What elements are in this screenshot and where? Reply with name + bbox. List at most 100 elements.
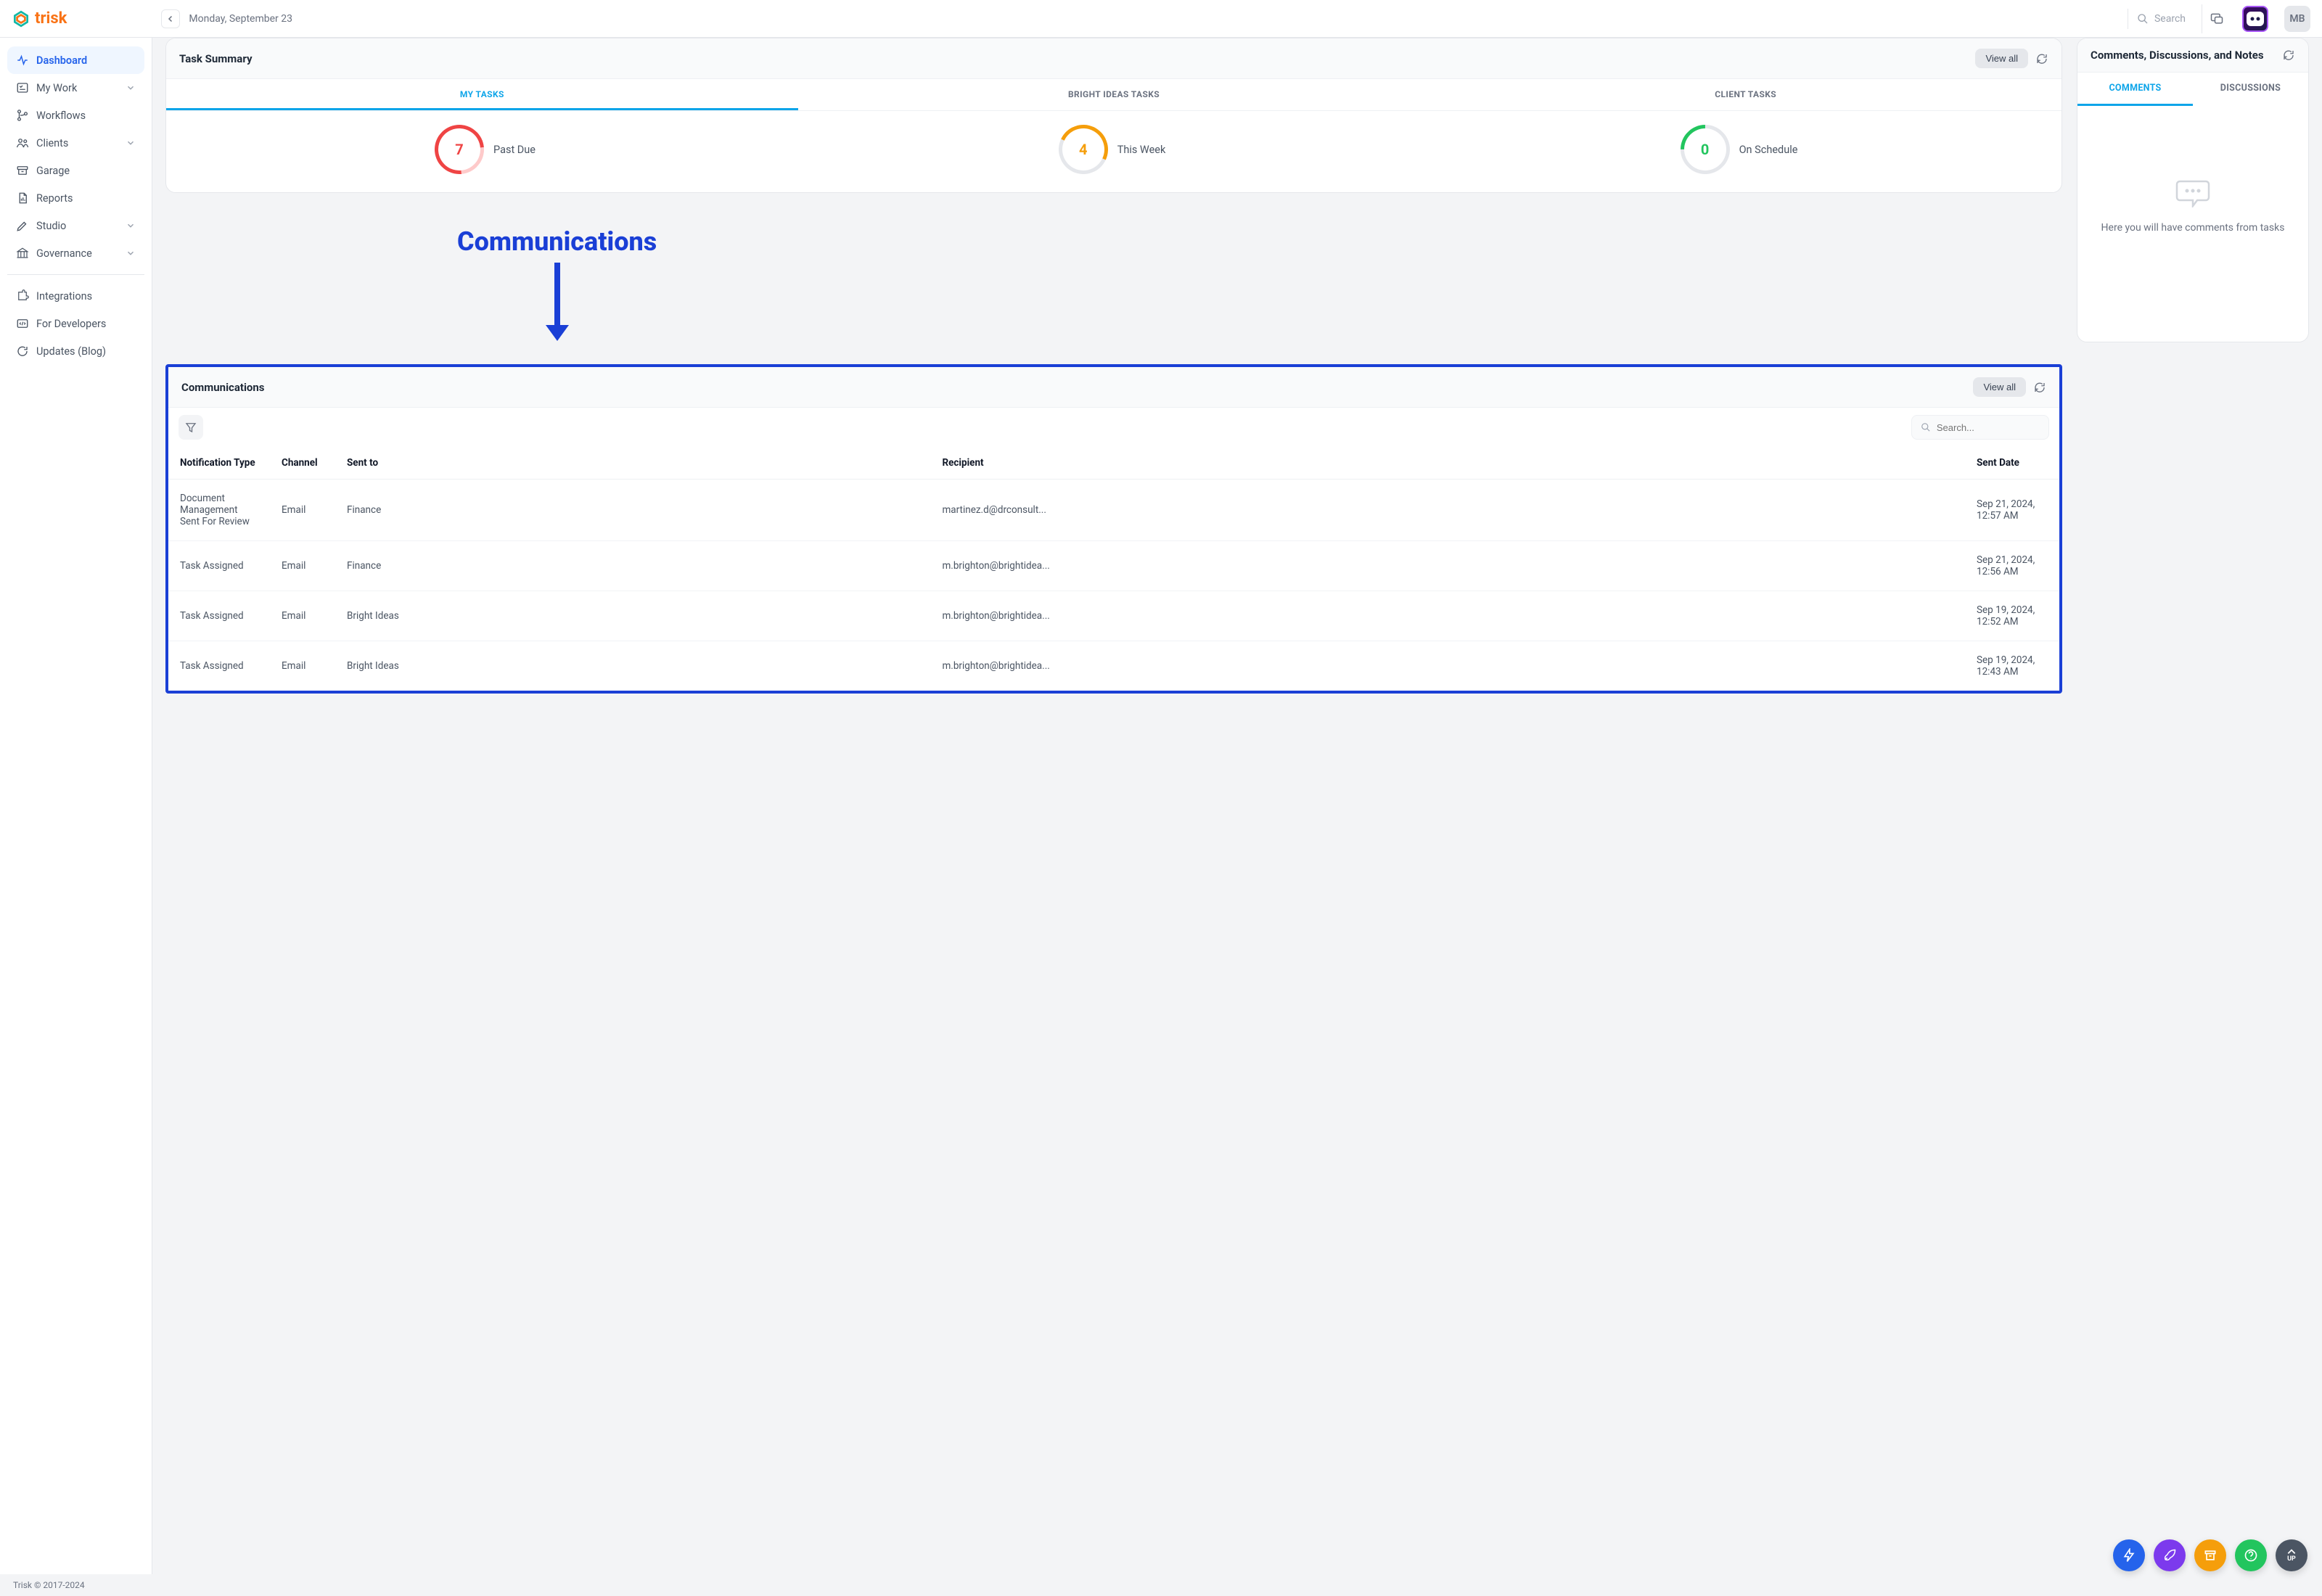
task-summary-title: Task Summary (179, 52, 253, 65)
chevron-down-icon (126, 83, 136, 93)
sidebar-item-label: Integrations (36, 290, 92, 303)
refresh-icon (16, 345, 29, 358)
stat-on-schedule[interactable]: 0 On Schedule (1427, 128, 2054, 170)
table-row[interactable]: Task AssignedEmailBright Ideasm.brighton… (168, 591, 2059, 641)
back-button[interactable] (161, 9, 180, 28)
sidebar-item-reports[interactable]: Reports (7, 184, 144, 212)
table-row[interactable]: Task AssignedEmailFinancem.brighton@brig… (168, 541, 2059, 591)
sidebar-item-label: Clients (36, 137, 68, 149)
sidebar-item-governance[interactable]: Governance (7, 239, 144, 267)
brand-logo[interactable]: trisk (12, 9, 67, 28)
bot-icon (2247, 12, 2264, 26)
task-tab-mytasks[interactable]: MY TASKS (166, 79, 798, 110)
branch-icon (16, 109, 29, 122)
cell-recipient: martinez.d@drconsult... (930, 480, 1965, 541)
rocket-icon (2162, 1548, 2177, 1563)
tab-comments[interactable]: COMMENTS (2077, 73, 2193, 106)
cell-date: Sep 19, 2024, 12:43 AM (1965, 641, 2059, 691)
chat-icon (2210, 12, 2224, 26)
cell-sent_to: Finance (335, 480, 930, 541)
table-row[interactable]: Task AssignedEmailBright Ideasm.brighton… (168, 641, 2059, 691)
sidebar-item-label: Governance (36, 247, 92, 260)
col-notification-type: Notification Type (168, 447, 270, 480)
puzzle-icon (16, 289, 29, 303)
brand-name: trisk (35, 9, 67, 28)
sidebar-item-mywork[interactable]: My Work (7, 74, 144, 102)
search-placeholder: Search (2154, 13, 2186, 25)
cell-recipient: m.brighton@brightidea... (930, 641, 1965, 691)
question-icon (2244, 1548, 2258, 1563)
sidebar-item-integrations[interactable]: Integrations (7, 282, 144, 310)
code-icon (16, 317, 29, 330)
communications-viewall-button[interactable]: View all (1973, 377, 2026, 397)
col-recipient: Recipient (930, 447, 1965, 480)
chevron-left-icon (166, 15, 175, 23)
archive-icon (16, 164, 29, 177)
fab-archive[interactable] (2194, 1539, 2226, 1571)
communications-search[interactable] (1911, 415, 2049, 440)
sidebar-item-label: Reports (36, 192, 73, 205)
fab-rocket[interactable] (2154, 1539, 2186, 1571)
chevron-up-icon (2286, 1548, 2297, 1555)
comments-empty-text: Here you will have comments from tasks (2092, 222, 2294, 234)
sidebar-item-label: Dashboard (36, 54, 87, 67)
cell-channel: Email (270, 480, 335, 541)
ai-assistant-button[interactable] (2242, 6, 2268, 32)
cell-date: Sep 19, 2024, 12:52 AM (1965, 591, 2059, 641)
sidebar-item-studio[interactable]: Studio (7, 212, 144, 239)
sidebar-item-garage[interactable]: Garage (7, 157, 144, 184)
task-tab-client[interactable]: CLIENT TASKS (1429, 79, 2062, 110)
communications-card: Communications View all (165, 364, 2062, 694)
lightning-icon (2122, 1548, 2136, 1563)
app-header: trisk Monday, September 23 Search MB (0, 0, 2322, 38)
edit-icon (16, 219, 29, 232)
cell-channel: Email (270, 641, 335, 691)
communications-table: Notification Type Channel Sent to Recipi… (168, 447, 2059, 691)
task-tab-brightideas[interactable]: BRIGHT IDEAS TASKS (798, 79, 1430, 110)
col-channel: Channel (270, 447, 335, 480)
chat-button[interactable] (2202, 4, 2231, 33)
refresh-icon[interactable] (2033, 381, 2046, 394)
refresh-icon[interactable] (2035, 52, 2048, 65)
sidebar-item-developers[interactable]: For Developers (7, 310, 144, 337)
archive-icon (2203, 1548, 2218, 1563)
communications-title: Communications (181, 381, 265, 394)
chevron-down-icon (126, 221, 136, 231)
sidebar-item-label: Garage (36, 165, 70, 177)
fab-scroll-up[interactable]: UP (2276, 1539, 2307, 1571)
comments-panel: Comments, Discussions, and Notes COMMENT… (2077, 38, 2309, 342)
cell-channel: Email (270, 541, 335, 591)
user-avatar[interactable]: MB (2284, 6, 2310, 32)
speech-bubble-icon (2175, 178, 2210, 207)
stat-label: This Week (1117, 144, 1166, 156)
filter-button[interactable] (179, 415, 203, 440)
tab-discussions[interactable]: DISCUSSIONS (2193, 73, 2308, 106)
cell-channel: Email (270, 591, 335, 641)
cell-date: Sep 21, 2024, 12:56 AM (1965, 541, 2059, 591)
communications-search-input[interactable] (1937, 422, 2040, 433)
stat-past-due[interactable]: 7 Past Due (173, 128, 800, 170)
fab-lightning[interactable] (2113, 1539, 2145, 1571)
table-row[interactable]: Document Management Sent For ReviewEmail… (168, 480, 2059, 541)
stat-label: Past Due (493, 144, 536, 156)
stat-value: 4 (1062, 128, 1104, 170)
cell-type: Task Assigned (168, 641, 270, 691)
checklist-icon (16, 81, 29, 94)
chevron-down-icon (126, 138, 136, 148)
fab-help[interactable] (2235, 1539, 2267, 1571)
footer-copyright: Trisk © 2017-2024 (0, 1574, 2322, 1596)
sidebar-item-workflows[interactable]: Workflows (7, 102, 144, 129)
refresh-icon[interactable] (2282, 49, 2295, 62)
sidebar-item-clients[interactable]: Clients (7, 129, 144, 157)
cell-sent_to: Bright Ideas (335, 591, 930, 641)
cell-date: Sep 21, 2024, 12:57 AM (1965, 480, 2059, 541)
col-sent-to: Sent to (335, 447, 930, 480)
stat-this-week[interactable]: 4 This Week (800, 128, 1427, 170)
global-search[interactable]: Search (2128, 9, 2194, 29)
cell-type: Task Assigned (168, 591, 270, 641)
task-summary-viewall-button[interactable]: View all (1975, 49, 2028, 68)
sidebar-item-updates[interactable]: Updates (Blog) (7, 337, 144, 365)
bank-icon (16, 247, 29, 260)
sidebar-item-dashboard[interactable]: Dashboard (7, 46, 144, 74)
sidebar-item-label: Studio (36, 220, 66, 232)
